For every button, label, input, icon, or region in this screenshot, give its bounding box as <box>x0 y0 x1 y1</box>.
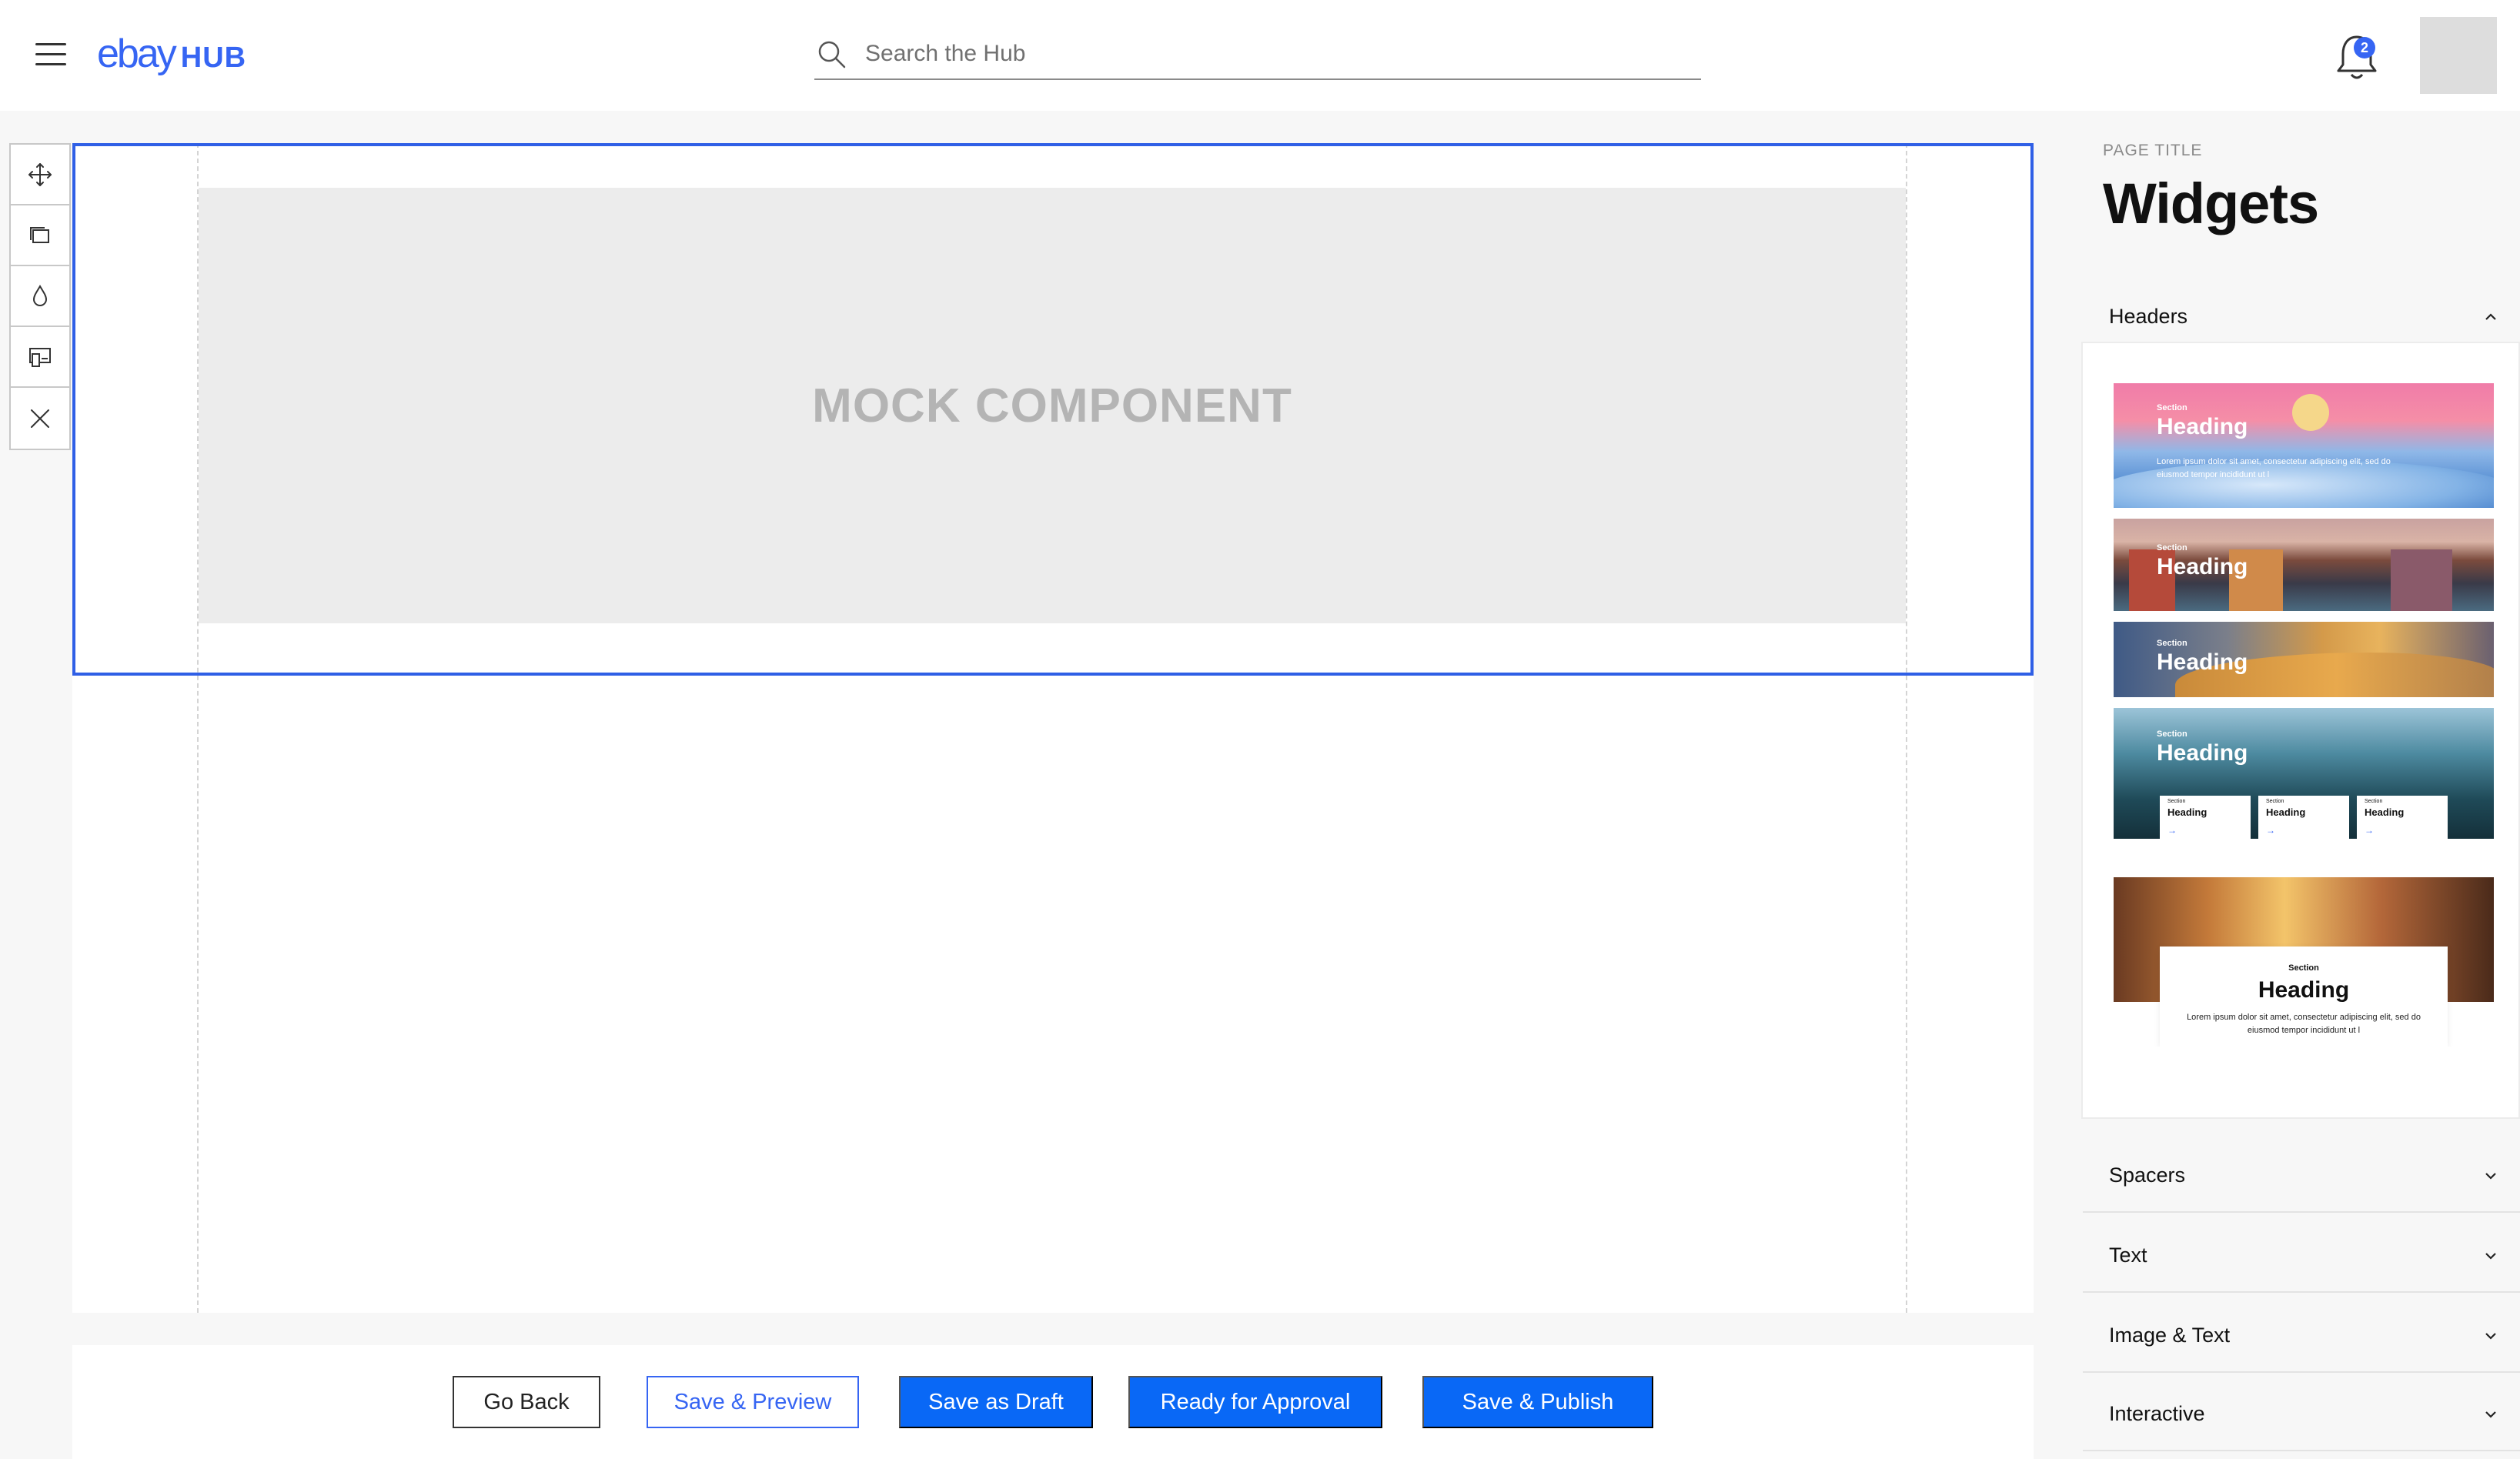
headers-widget-list: Section Heading Lorem ipsum dolor sit am… <box>2081 342 2520 1119</box>
thumb-card: Section Heading → <box>2258 796 2349 839</box>
thumb-card-heading-text: Heading <box>2365 806 2405 818</box>
accordion-spacers-label: Spacers <box>2109 1164 2186 1187</box>
thumb-card-section-text: Section <box>2167 799 2186 804</box>
accordion-spacers[interactable]: Spacers <box>2083 1137 2520 1213</box>
delete-tool-button[interactable] <box>11 388 69 449</box>
ebay-hub-logo[interactable]: ebay HUB <box>97 31 246 77</box>
top-bar: ebay HUB 2 <box>0 0 2520 111</box>
thumb-card-section-text: Section <box>2365 799 2383 804</box>
chevron-down-icon <box>2485 1173 2496 1180</box>
ready-for-approval-button[interactable]: Ready for Approval <box>1128 1376 1382 1428</box>
arrow-right-icon: → <box>2167 825 2177 836</box>
move-icon <box>28 162 52 186</box>
chevron-up-icon <box>2485 313 2496 320</box>
arrow-right-icon: → <box>2266 825 2275 836</box>
building-graphic <box>2391 549 2452 611</box>
search-bar <box>814 28 1701 80</box>
save-publish-button[interactable]: Save & Publish <box>1422 1376 1653 1428</box>
search-input[interactable] <box>865 35 1681 72</box>
thumb-card-heading-text: Heading <box>2266 806 2306 818</box>
accordion-text-label: Text <box>2109 1244 2147 1267</box>
close-icon <box>31 409 49 428</box>
thumb-heading-text: Heading <box>2157 554 2248 579</box>
color-tool-button[interactable] <box>11 266 69 327</box>
thumb-heading-text: Heading <box>2157 414 2248 439</box>
accordion-image-text[interactable]: Image & Text <box>2083 1297 2520 1373</box>
layers-tool-button[interactable] <box>11 205 69 266</box>
search-icon[interactable] <box>816 38 847 69</box>
moon-graphic <box>2292 394 2329 431</box>
accordion-interactive-label: Interactive <box>2109 1402 2205 1425</box>
thumb-section-text: Section <box>2157 543 2187 553</box>
thumb-heading-text: Heading <box>2157 740 2248 766</box>
thumb-card: Section Heading Lorem ipsum dolor sit am… <box>2160 947 2448 1047</box>
save-draft-button[interactable]: Save as Draft <box>899 1376 1093 1428</box>
accordion-image-text-label: Image & Text <box>2109 1324 2231 1347</box>
thumb-heading-text: Heading <box>2258 977 2350 1003</box>
action-bar: Go Back Save & Preview Save as Draft Rea… <box>72 1345 2034 1459</box>
hamburger-menu-icon[interactable] <box>35 43 66 66</box>
thumb-section-text: Section <box>2157 639 2187 648</box>
chevron-down-icon <box>2485 1411 2496 1418</box>
header-widget-thumbnail[interactable]: Section Heading Lorem ipsum dolor sit am… <box>2114 383 2494 508</box>
thumb-section-text: Section <box>2157 403 2187 412</box>
go-back-button[interactable]: Go Back <box>453 1376 600 1428</box>
component-toolbar <box>9 143 71 450</box>
logo-ebay-text: ebay <box>97 32 177 76</box>
logo-hub-text: HUB <box>180 42 247 74</box>
thumb-heading-text: Heading <box>2157 649 2248 675</box>
thumb-lorem-text: Lorem ipsum dolor sit amet, consectetur … <box>2187 1013 2421 1035</box>
thumb-section-text: Section <box>2157 730 2187 739</box>
thumb-card-heading-text: Heading <box>2167 806 2208 818</box>
responsive-tool-button[interactable] <box>11 327 69 388</box>
devices-icon <box>29 347 51 367</box>
thumb-card: Section Heading → <box>2357 796 2448 839</box>
thumb-card: Section Heading → <box>2160 796 2251 839</box>
notification-count-badge: 2 <box>2354 37 2375 58</box>
accordion-interactive[interactable]: Interactive <box>2083 1376 2520 1451</box>
header-widget-thumbnail[interactable]: Section Heading <box>2114 622 2494 697</box>
chevron-down-icon <box>2485 1333 2496 1340</box>
header-widget-thumbnail[interactable]: Section Heading Section Heading → Sectio… <box>2114 708 2494 839</box>
chevron-down-icon <box>2485 1253 2496 1260</box>
accordion-text[interactable]: Text <box>2083 1217 2520 1293</box>
thumb-section-text: Section <box>2288 963 2319 973</box>
color-drop-icon <box>32 284 48 306</box>
page-canvas: MOCK COMPONENT <box>72 143 2034 1313</box>
layers-icon <box>30 226 49 243</box>
header-widget-thumbnail[interactable]: Section Heading Lorem ipsum dolor sit am… <box>2114 877 2494 1047</box>
thumb-lorem-text: Lorem ipsum dolor sit amet, consectetur … <box>2157 457 2391 479</box>
arrow-right-icon: → <box>2365 825 2374 836</box>
move-tool-button[interactable] <box>11 145 69 205</box>
header-widget-thumbnail[interactable]: Section Heading <box>2114 519 2494 611</box>
selected-component-outline <box>72 143 2034 676</box>
user-avatar[interactable] <box>2420 17 2497 94</box>
thumb-card-section-text: Section <box>2266 799 2284 804</box>
save-preview-button[interactable]: Save & Preview <box>647 1376 859 1428</box>
accordion-headers-label: Headers <box>2109 305 2188 328</box>
panel-title: Widgets <box>2103 172 2319 235</box>
panel-kicker: PAGE TITLE <box>2103 142 2203 159</box>
